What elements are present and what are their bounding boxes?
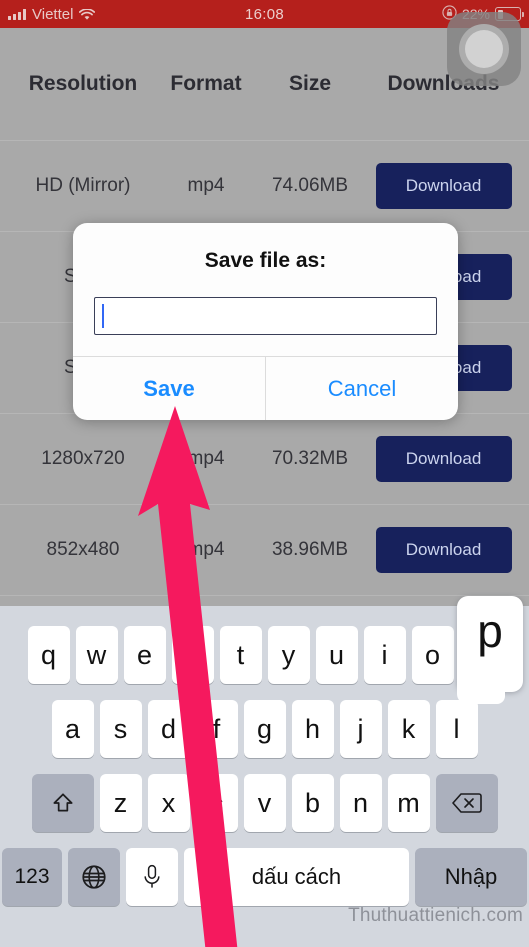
- dialog-actions: Save Cancel: [73, 356, 458, 420]
- keyboard-row-1: q w e r t y u i o p: [0, 606, 529, 692]
- key-g[interactable]: g: [243, 700, 286, 758]
- download-button[interactable]: Download: [375, 436, 512, 482]
- table-row[interactable]: HD (Mirror) mp4 74.06MB Download: [0, 140, 529, 231]
- key-m[interactable]: m: [387, 774, 430, 832]
- dialog-title: Save file as:: [204, 249, 327, 272]
- save-file-dialog: Save file as: Save Cancel: [73, 223, 458, 420]
- column-header-size: Size: [288, 72, 332, 95]
- text-caret: [102, 304, 104, 328]
- key-u[interactable]: u: [315, 626, 358, 684]
- cell-size: 74.06MB: [271, 175, 349, 196]
- assistive-touch-icon[interactable]: [447, 12, 521, 86]
- key-v[interactable]: v: [243, 774, 286, 832]
- key-e[interactable]: e: [123, 626, 166, 684]
- table-row[interactable]: 1280x720 mp4 70.32MB Download: [0, 413, 529, 504]
- filename-input[interactable]: [94, 297, 437, 335]
- key-a[interactable]: a: [51, 700, 94, 758]
- key-x[interactable]: x: [147, 774, 190, 832]
- key-d[interactable]: d: [147, 700, 190, 758]
- cell-download: Download: [366, 163, 521, 209]
- cell-format: mp4: [187, 448, 225, 469]
- globe-icon[interactable]: [68, 848, 120, 906]
- cell-resolution: 852x480: [46, 539, 120, 560]
- key-t[interactable]: t: [219, 626, 262, 684]
- key-popup-p: p: [457, 596, 523, 704]
- assistive-touch-core: [465, 30, 503, 68]
- key-q[interactable]: q: [27, 626, 70, 684]
- key-z[interactable]: z: [99, 774, 142, 832]
- key-l[interactable]: l: [435, 700, 478, 758]
- cell-size: 38.96MB: [271, 539, 349, 560]
- phone-screen: Resolution Format Size Download s HD (Mir…: [0, 0, 529, 947]
- key-b[interactable]: b: [291, 774, 334, 832]
- key-f[interactable]: f: [195, 700, 238, 758]
- key-c[interactable]: c: [195, 774, 238, 832]
- key-y[interactable]: y: [267, 626, 310, 684]
- microphone-icon[interactable]: [126, 848, 178, 906]
- cell-format: mp4: [187, 539, 225, 560]
- cell-format: mp4: [187, 175, 225, 196]
- cancel-button[interactable]: Cancel: [265, 357, 458, 420]
- key-i[interactable]: i: [363, 626, 406, 684]
- key-s[interactable]: s: [99, 700, 142, 758]
- enter-key[interactable]: Nhập: [415, 848, 527, 906]
- download-button[interactable]: Download: [375, 163, 512, 209]
- table-row[interactable]: 852x480 mp4 38.96MB Download: [0, 504, 529, 595]
- key-k[interactable]: k: [387, 700, 430, 758]
- assistive-touch-ring: [459, 24, 509, 74]
- keyboard-row-3: z x c v b n m: [0, 766, 529, 840]
- numbers-key[interactable]: 123: [2, 848, 62, 906]
- onscreen-keyboard: q w e r t y u i o p a s d f g h j k l: [0, 596, 529, 947]
- backspace-icon[interactable]: [435, 774, 498, 832]
- column-header-format: Format: [170, 72, 242, 95]
- key-o[interactable]: o: [411, 626, 454, 684]
- key-w[interactable]: w: [75, 626, 118, 684]
- download-button[interactable]: Download: [375, 527, 512, 573]
- key-j[interactable]: j: [339, 700, 382, 758]
- key-n[interactable]: n: [339, 774, 382, 832]
- cell-download: Download: [366, 527, 521, 573]
- key-r[interactable]: r: [171, 626, 214, 684]
- watermark: Thuthuattienich.com: [348, 905, 523, 926]
- save-button[interactable]: Save: [73, 357, 265, 420]
- keyboard-row-2: a s d f g h j k l: [0, 692, 529, 766]
- shift-icon[interactable]: [31, 774, 94, 832]
- cell-download: Download: [366, 436, 521, 482]
- column-header-resolution: Resolution: [28, 72, 138, 95]
- cell-size: 70.32MB: [271, 448, 349, 469]
- key-h[interactable]: h: [291, 700, 334, 758]
- cell-resolution: HD (Mirror): [35, 175, 131, 196]
- cell-resolution: 1280x720: [41, 448, 125, 469]
- space-key[interactable]: dấu cách: [184, 848, 409, 906]
